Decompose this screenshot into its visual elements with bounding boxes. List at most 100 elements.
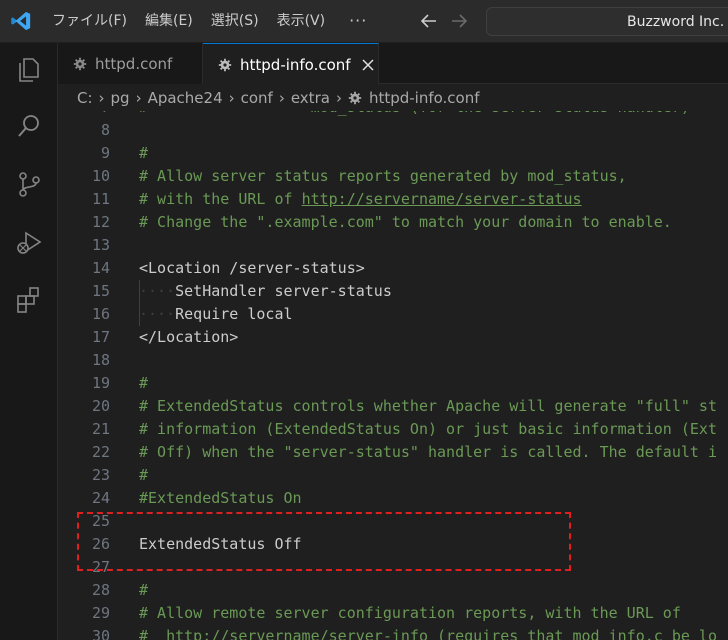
chevron-right-icon: › <box>335 88 342 107</box>
menu-more-button[interactable]: ··· <box>335 0 377 42</box>
menu-bar: ファイル(F) 編集(E) 選択(S) 表示(V) ··· <box>44 0 377 42</box>
code-line: 10 # Allow server status reports generate… <box>58 165 728 188</box>
line-text: # <box>139 466 149 484</box>
code-line: 11 # with the URL of http://servername/se… <box>58 188 728 211</box>
search-text: Buzzword Inc. <box>627 14 725 30</box>
breadcrumb-item[interactable]: pg <box>111 89 130 107</box>
breadcrumb-item[interactable]: Apache24 <box>148 89 223 107</box>
line-text: <Location /server-status> <box>139 259 365 277</box>
code-line: 18 <box>58 349 728 372</box>
code-line: 20 # ExtendedStatus controls whether Apac… <box>58 395 728 418</box>
code-line: 28 # <box>58 579 728 602</box>
arrow-right-icon[interactable] <box>448 10 470 32</box>
search-icon[interactable] <box>14 111 44 141</box>
line-text: # with the URL of http://servername/serv… <box>139 188 582 211</box>
chevron-right-icon: › <box>228 88 235 107</box>
code-line: 22 # Off) when the "server-status" handle… <box>58 441 728 464</box>
extensions-icon[interactable] <box>14 285 44 315</box>
line-number: 22 <box>91 443 110 461</box>
gear-icon <box>348 91 362 104</box>
code-line: 8 <box>58 119 728 142</box>
line-number: 28 <box>91 581 110 599</box>
line-number: 29 <box>91 604 110 622</box>
indent-guide <box>139 280 140 326</box>
source-control-icon[interactable] <box>14 169 44 199</box>
menu-view[interactable]: 表示(V) <box>269 0 336 42</box>
line-text: # Off) when the "server-status" handler … <box>139 443 717 461</box>
breadcrumb-item[interactable]: conf <box>241 89 273 107</box>
code-line: 19 # <box>58 372 728 395</box>
breadcrumb: C: › pg › Apache24 › conf › extra › http… <box>58 84 728 111</box>
line-number: 11 <box>91 190 110 208</box>
tab-httpd-conf[interactable]: httpd.conf <box>58 43 203 84</box>
line-number: 18 <box>91 351 110 369</box>
code-line: 17 </Location> <box>58 326 728 349</box>
line-text: # information (ExtendedStatus On) or jus… <box>139 420 717 438</box>
line-text: </Location> <box>139 328 239 346</box>
title-bar: ファイル(F) 編集(E) 選択(S) 表示(V) ··· Buzzword I… <box>0 0 728 42</box>
line-number: 10 <box>91 167 110 185</box>
menu-edit[interactable]: 編集(E) <box>137 0 203 42</box>
url-link: http://servername/server-status <box>301 190 582 208</box>
code-line: 16 ····Require local <box>58 303 728 326</box>
breadcrumb-item-file[interactable]: httpd-info.conf <box>369 89 480 107</box>
line-text: # Allow server status reports generated … <box>139 167 627 185</box>
line-text: #ExtendedStatus On <box>139 489 302 507</box>
breadcrumb-item[interactable]: extra <box>291 89 330 107</box>
line-number: 24 <box>91 489 110 507</box>
tab-httpd-info-conf[interactable]: httpd-info.conf <box>203 43 379 85</box>
code-line: 7 # mod_status (for the server-status han… <box>58 111 728 119</box>
gear-icon <box>218 58 232 71</box>
tab-label: httpd-info.conf <box>240 55 351 74</box>
command-center-search[interactable]: Buzzword Inc. <box>486 7 728 36</box>
whitespace-marker: ···· <box>139 282 176 300</box>
code-line: 24 #ExtendedStatus On <box>58 487 728 510</box>
line-number: 13 <box>91 236 110 254</box>
run-debug-icon[interactable] <box>14 227 44 257</box>
breadcrumb-item[interactable]: C: <box>77 89 93 107</box>
code-line: 29 # Allow remote server configuration re… <box>58 602 728 625</box>
chevron-right-icon: › <box>278 88 285 107</box>
menu-selection[interactable]: 選択(S) <box>203 0 269 42</box>
activity-bar <box>0 43 58 640</box>
comment-text: # <box>139 627 167 640</box>
line-number: 8 <box>100 121 110 139</box>
whitespace-marker: ···· <box>139 305 176 323</box>
line-text: # <box>139 144 149 162</box>
line-number: 17 <box>91 328 110 346</box>
line-number: 16 <box>91 305 110 323</box>
line-text: # <box>139 581 149 599</box>
comment-text: (requires that mod_info.c be lo <box>428 627 717 640</box>
line-text: # <box>139 374 149 392</box>
line-text: ····Require local <box>139 303 293 326</box>
arrow-left-icon[interactable] <box>418 10 440 32</box>
close-icon[interactable] <box>361 58 375 72</box>
chevron-right-icon: › <box>98 88 105 107</box>
code-line: 23 # <box>58 464 728 487</box>
code-line: 12 # Change the ".example.com" to match y… <box>58 211 728 234</box>
directive-text: SetHandler server-status <box>175 282 392 300</box>
line-number: 19 <box>91 374 110 392</box>
code-line: 30 # http://servername/server-info (requi… <box>58 625 728 640</box>
gear-icon <box>73 57 87 70</box>
line-text: ····SetHandler server-status <box>139 280 392 303</box>
tab-label: httpd.conf <box>95 54 173 73</box>
code-line: 14 <Location /server-status> <box>58 257 728 280</box>
code-line: 15 ····SetHandler server-status <box>58 280 728 303</box>
line-text: # ExtendedStatus controls whether Apache… <box>139 397 717 415</box>
explorer-icon[interactable] <box>14 53 44 83</box>
line-number: 12 <box>91 213 110 231</box>
line-number: 7 <box>58 111 110 119</box>
directive-text: Require local <box>175 305 293 323</box>
line-number: 9 <box>100 144 110 162</box>
line-number: 14 <box>91 259 110 277</box>
vscode-logo-icon <box>11 11 31 31</box>
line-text: # http://servername/server-info (require… <box>139 625 717 640</box>
code-line: 21 # information (ExtendedStatus On) or j… <box>58 418 728 441</box>
code-line: 9 # <box>58 142 728 165</box>
line-number: 15 <box>91 282 110 300</box>
line-number: 30 <box>91 627 110 640</box>
line-number: 21 <box>91 420 110 438</box>
comment-text: # with the URL of <box>139 190 302 208</box>
menu-file[interactable]: ファイル(F) <box>44 0 137 42</box>
